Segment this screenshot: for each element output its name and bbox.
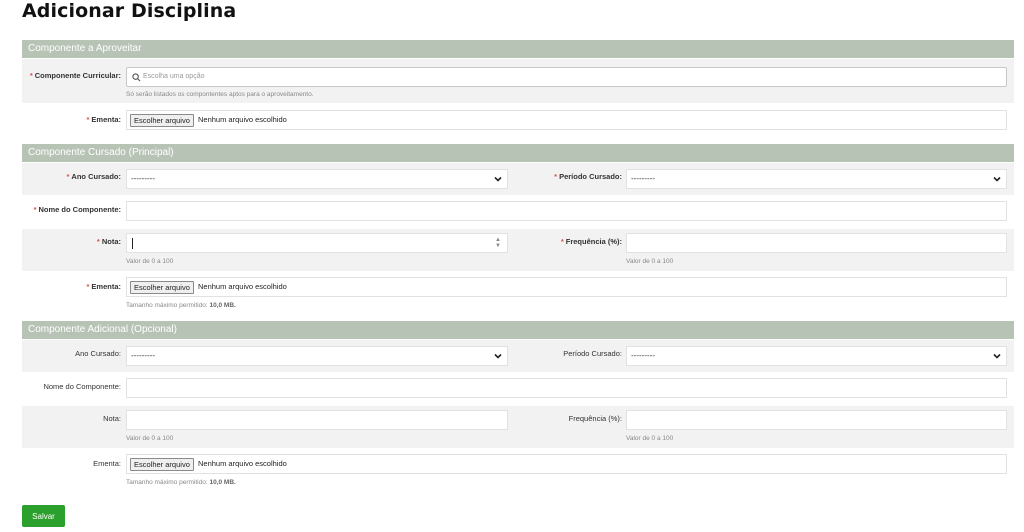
- row-ementa-principal: * Ementa: Escolher arquivo Nenhum arquivo…: [22, 271, 1014, 314]
- ementa-label: * Ementa:: [86, 115, 121, 124]
- save-button[interactable]: Salvar: [22, 505, 65, 527]
- ano-cursado-select[interactable]: ---------: [126, 346, 508, 366]
- required-mark: *: [554, 172, 558, 181]
- componente-curricular-label: * Componente Curricular:: [29, 71, 121, 80]
- size-help-text: Tamanho máximo permitido: 10,0 MB.: [126, 302, 236, 309]
- frequencia-help-text: Valor de 0 a 100: [626, 435, 674, 442]
- ementa-label: * Ementa:: [86, 282, 121, 291]
- page-title: Adicionar Disciplina: [22, 0, 237, 22]
- nota-help-text: Valor de 0 a 100: [126, 258, 174, 265]
- nome-componente-input[interactable]: [126, 201, 1007, 221]
- nome-componente-input[interactable]: [126, 378, 1007, 398]
- ementa-file-input[interactable]: Escolher arquivo Nenhum arquivo escolhid…: [126, 454, 1007, 474]
- row-nota-frequencia-adicional: Nota: Valor de 0 a 100 Frequência (%): V…: [22, 405, 1014, 448]
- row-ementa-1: * Ementa: Escolher arquivo Nenhum arquivo…: [22, 103, 1014, 137]
- section-header-aproveitar: Componente a Aproveitar: [22, 40, 1014, 58]
- nota-input[interactable]: ▲ ▼: [126, 233, 508, 253]
- frequencia-help-text: Valor de 0 a 100: [626, 258, 674, 265]
- frequencia-label: Frequência (%):: [568, 414, 622, 423]
- file-status: Nenhum arquivo escolhido: [198, 282, 287, 291]
- chevron-down-icon: [494, 176, 502, 182]
- row-ementa-adicional: Ementa: Escolher arquivo Nenhum arquivo …: [22, 448, 1014, 491]
- frequencia-input[interactable]: [626, 233, 1007, 253]
- required-mark: *: [29, 71, 33, 80]
- ano-cursado-value: ---------: [131, 351, 155, 360]
- nome-componente-label: Nome do Componente:: [43, 382, 121, 391]
- ementa-file-input[interactable]: Escolher arquivo Nenhum arquivo escolhid…: [126, 110, 1007, 130]
- required-mark: *: [33, 205, 37, 214]
- nota-label: Nota:: [103, 414, 121, 423]
- section-header-principal: Componente Cursado (Principal): [22, 144, 1014, 162]
- required-mark: *: [86, 282, 90, 291]
- ementa-file-input[interactable]: Escolher arquivo Nenhum arquivo escolhid…: [126, 277, 1007, 297]
- choose-file-button[interactable]: Escolher arquivo: [130, 281, 194, 294]
- frequencia-label: * Frequência (%):: [560, 237, 622, 246]
- file-status: Nenhum arquivo escolhido: [198, 115, 287, 124]
- periodo-cursado-value: ---------: [631, 174, 655, 183]
- choose-file-button[interactable]: Escolher arquivo: [130, 114, 194, 127]
- nota-help-text: Valor de 0 a 100: [126, 435, 174, 442]
- row-nome-componente-principal: * Nome do Componente:: [22, 195, 1014, 228]
- ano-cursado-label: Ano Cursado:: [75, 349, 121, 358]
- row-ano-periodo-adicional: Ano Cursado: --------- Período Cursado: …: [22, 339, 1014, 372]
- row-ano-periodo-principal: * Ano Cursado: --------- * Período Cursado…: [22, 162, 1014, 195]
- number-spinner-icon[interactable]: ▲ ▼: [495, 237, 501, 249]
- chevron-down-icon: [993, 176, 1001, 182]
- choose-file-button[interactable]: Escolher arquivo: [130, 458, 194, 471]
- componente-curricular-select[interactable]: Escolha uma opção: [126, 67, 1007, 87]
- row-nome-componente-adicional: Nome do Componente:: [22, 372, 1014, 405]
- componente-placeholder: Escolha uma opção: [143, 73, 205, 80]
- required-mark: *: [560, 237, 564, 246]
- frequencia-input[interactable]: [626, 410, 1007, 430]
- required-mark: *: [96, 237, 100, 246]
- periodo-cursado-select[interactable]: ---------: [626, 346, 1007, 366]
- periodo-cursado-label: * Período Cursado:: [554, 172, 622, 181]
- text-cursor: [132, 238, 133, 249]
- row-nota-frequencia-principal: * Nota: ▲ ▼ Valor de 0 a 100 * Frequência (…: [22, 228, 1014, 271]
- chevron-down-icon: [993, 353, 1001, 359]
- file-status: Nenhum arquivo escolhido: [198, 459, 287, 468]
- size-help-text: Tamanho máximo permitido: 10,0 MB.: [126, 479, 236, 486]
- periodo-cursado-select[interactable]: ---------: [626, 169, 1007, 189]
- row-componente-curricular: * Componente Curricular: Escolha uma opçã…: [22, 58, 1014, 103]
- search-icon: [132, 73, 141, 82]
- nome-componente-label: * Nome do Componente:: [33, 205, 121, 214]
- ano-cursado-value: ---------: [131, 174, 155, 183]
- nota-label: * Nota:: [96, 237, 121, 246]
- componente-help-text: Só serão listados os compontentes aptos …: [126, 91, 314, 98]
- nota-input[interactable]: [126, 410, 508, 430]
- periodo-cursado-label: Período Cursado:: [563, 349, 622, 358]
- chevron-down-icon: [494, 353, 502, 359]
- section-header-adicional: Componente Adicional (Opcional): [22, 321, 1014, 339]
- required-mark: *: [66, 172, 70, 181]
- ano-cursado-label: * Ano Cursado:: [66, 172, 121, 181]
- required-mark: *: [86, 115, 90, 124]
- ano-cursado-select[interactable]: ---------: [126, 169, 508, 189]
- periodo-cursado-value: ---------: [631, 351, 655, 360]
- ementa-label: Ementa:: [93, 459, 121, 468]
